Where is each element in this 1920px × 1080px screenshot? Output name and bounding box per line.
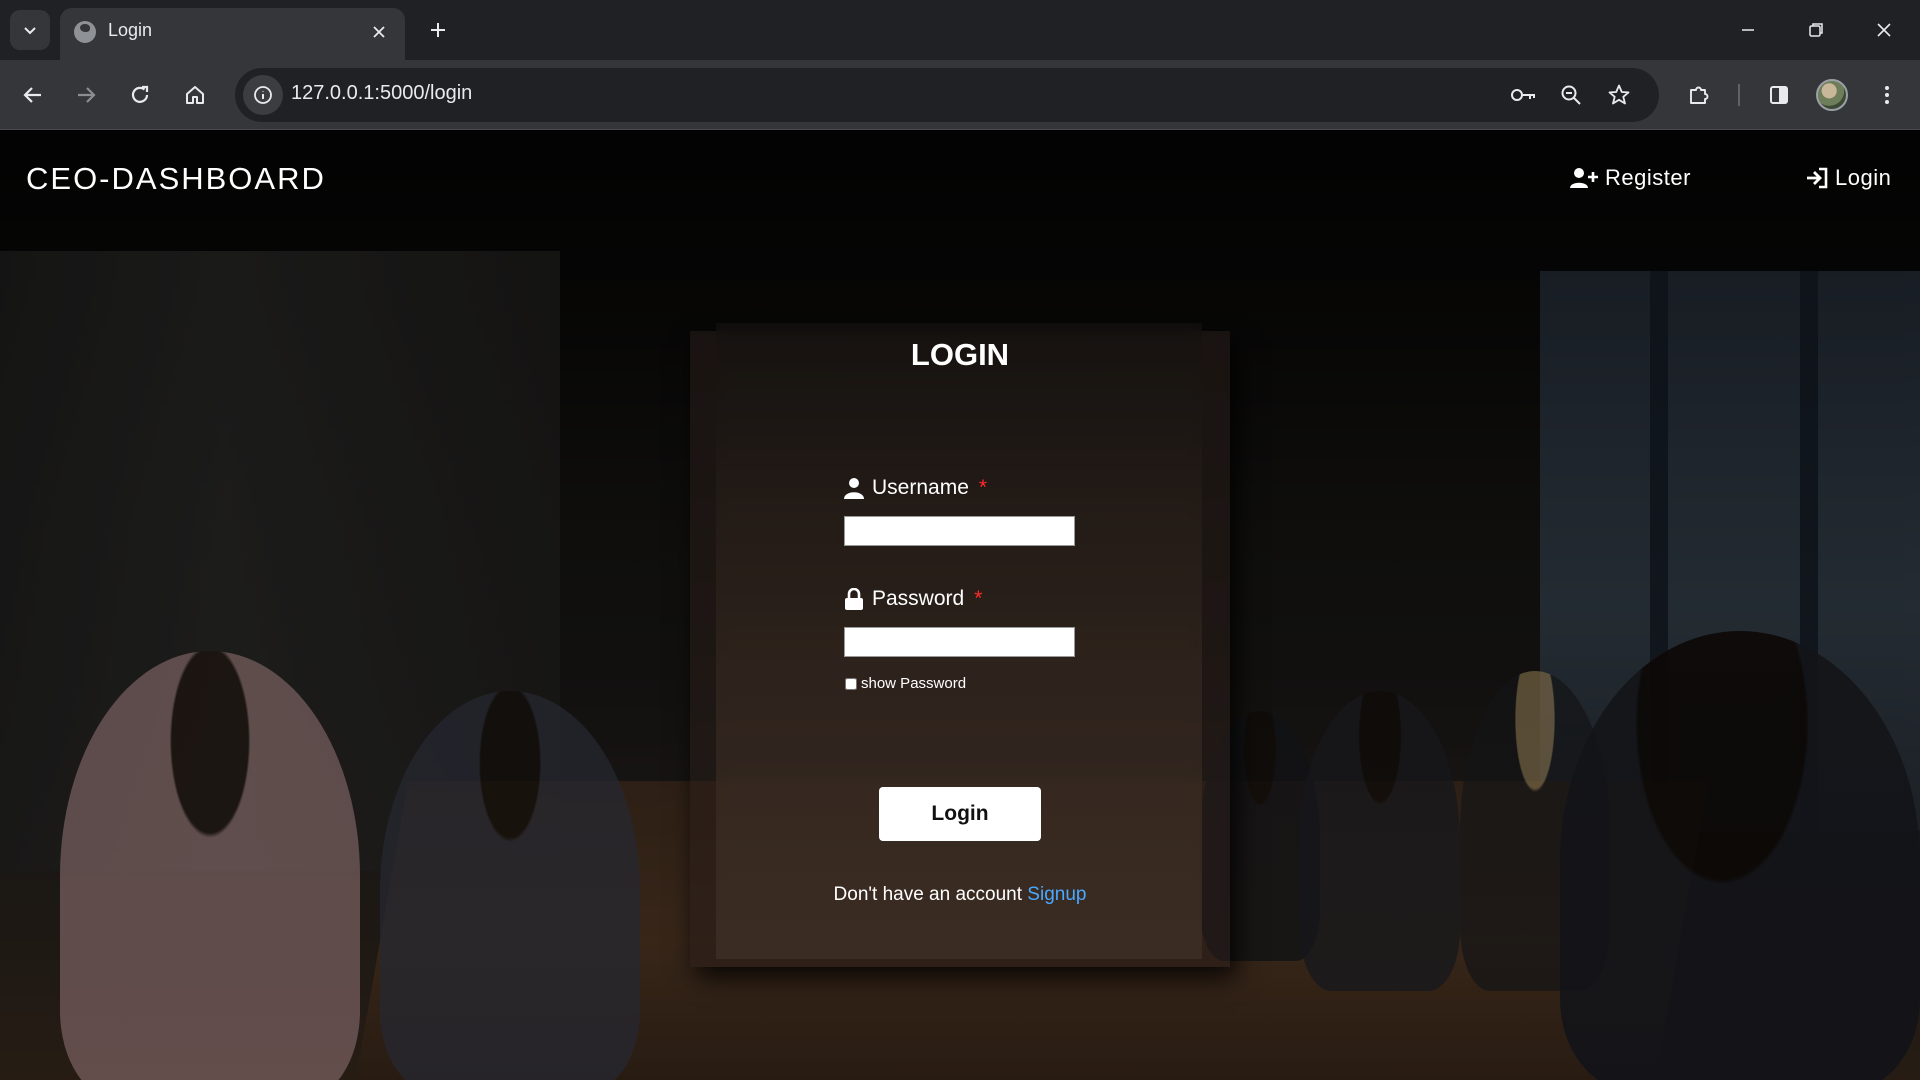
url-text[interactable]: 127.0.0.1:5000/login [291,82,472,105]
kebab-menu-icon [1885,86,1889,104]
browser-menu-button[interactable] [1864,72,1910,118]
chevron-down-icon [24,27,36,35]
show-password-label: show Password [861,675,967,692]
arrow-left-icon [23,87,41,103]
new-tab-button[interactable] [420,12,456,48]
plus-icon [431,23,445,37]
password-label: Password * [844,587,982,611]
signup-prompt: Don't have an account Signup [0,884,1920,906]
zoom-button[interactable] [1553,77,1589,113]
restore-button[interactable] [1786,8,1846,52]
password-label-text: Password [872,587,965,610]
reload-button[interactable] [117,72,163,118]
brand-logo[interactable]: CEO-DASHBOARD [26,161,326,197]
required-marker: * [978,476,988,499]
side-panel-icon [1770,86,1788,104]
reload-icon [131,85,149,103]
tab-title: Login [108,20,153,40]
bookmark-button[interactable] [1601,77,1637,113]
browser-tab[interactable]: Login [60,8,405,60]
browser-tabstrip: Login [0,0,1920,60]
site-navbar: CEO-DASHBOARD Register Login [0,131,1920,231]
sign-in-icon [1807,167,1828,189]
browser-toolbar: 127.0.0.1:5000/login [0,60,1920,130]
signup-prompt-text: Don't have an account [833,884,1023,905]
nav-register-label: Register [1605,165,1691,190]
puzzle-icon [1690,86,1709,104]
username-label-text: Username [872,476,969,499]
site-info-button[interactable] [243,75,283,115]
close-icon [1877,23,1891,37]
toolbar-separator [1738,84,1740,106]
key-icon [1511,89,1535,101]
minimize-icon [1742,29,1754,31]
address-bar[interactable]: 127.0.0.1:5000/login [235,68,1659,122]
page-viewport: CEO-DASHBOARD Register Login LOGIN Usern… [0,131,1920,1080]
forward-button[interactable] [63,72,109,118]
nav-login-link[interactable]: Login [1805,165,1891,191]
required-marker: * [974,587,983,610]
user-plus-icon [1570,168,1598,188]
tab-close-button[interactable] [367,20,391,44]
password-manager-button[interactable] [1506,77,1542,113]
login-submit-button[interactable]: Login [879,787,1041,841]
username-label: Username * [844,476,987,500]
zoom-out-icon [1561,85,1581,105]
nav-login-label: Login [1835,165,1892,190]
minimize-button[interactable] [1718,8,1778,52]
info-icon [254,86,272,104]
nav-register-link[interactable]: Register [1569,165,1691,191]
restore-icon [1809,23,1823,37]
close-icon [373,26,385,38]
arrow-right-icon [78,87,96,103]
signup-link[interactable]: Signup [1027,884,1086,905]
star-icon [1608,84,1630,105]
password-input[interactable] [844,627,1075,657]
home-icon [186,86,204,104]
login-heading: LOGIN [910,337,1010,372]
globe-icon [74,21,96,43]
tab-search-button[interactable] [10,10,50,50]
profile-avatar[interactable] [1816,79,1848,111]
close-window-button[interactable] [1854,8,1914,52]
back-button[interactable] [10,72,56,118]
extensions-button[interactable] [1676,72,1722,118]
lock-icon [845,588,863,610]
show-password-checkbox[interactable] [845,677,857,690]
home-button[interactable] [172,72,218,118]
side-panel-button[interactable] [1756,72,1802,118]
user-icon [844,478,864,499]
username-input[interactable] [844,516,1075,546]
show-password-toggle[interactable]: show Password [845,675,966,692]
